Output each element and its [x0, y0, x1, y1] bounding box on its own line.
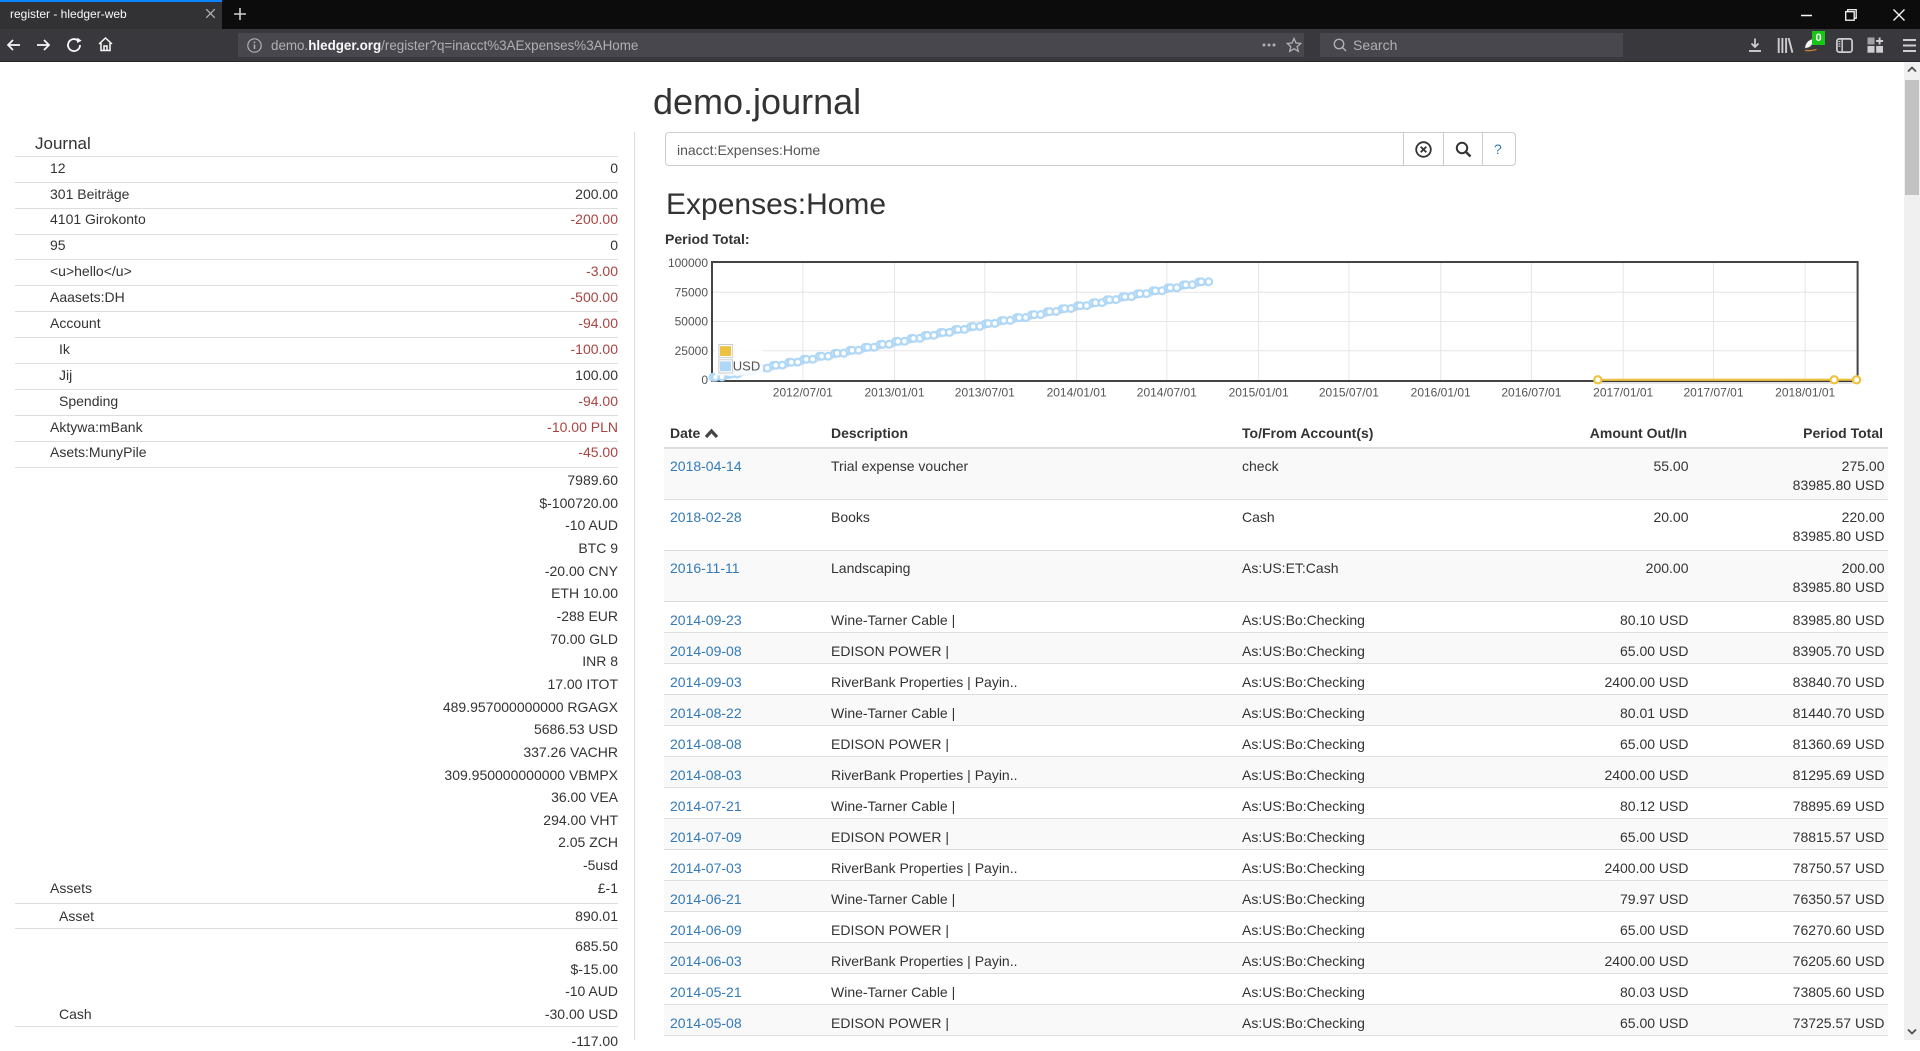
svg-text:2013/01/01: 2013/01/01 [864, 386, 924, 400]
svg-text:0: 0 [701, 373, 708, 387]
svg-text:2016/07/01: 2016/07/01 [1501, 386, 1561, 400]
svg-text:2016/01/01: 2016/01/01 [1411, 386, 1471, 400]
svg-text:50000: 50000 [675, 315, 709, 329]
svg-text:2013/07/01: 2013/07/01 [955, 386, 1015, 400]
svg-text:100000: 100000 [668, 256, 708, 270]
svg-text:2018/01/01: 2018/01/01 [1775, 386, 1835, 400]
svg-text:2017/07/01: 2017/07/01 [1683, 386, 1743, 400]
svg-text:2015/01/01: 2015/01/01 [1229, 386, 1289, 400]
svg-text:75000: 75000 [675, 286, 709, 300]
svg-text:2012/07/01: 2012/07/01 [773, 386, 833, 400]
svg-text:2017/01/01: 2017/01/01 [1593, 386, 1653, 400]
svg-text:USD: USD [733, 359, 760, 374]
svg-text:2015/07/01: 2015/07/01 [1319, 386, 1379, 400]
svg-text:2014/01/01: 2014/01/01 [1047, 386, 1107, 400]
svg-text:25000: 25000 [675, 344, 709, 358]
svg-text:2014/07/01: 2014/07/01 [1137, 386, 1197, 400]
